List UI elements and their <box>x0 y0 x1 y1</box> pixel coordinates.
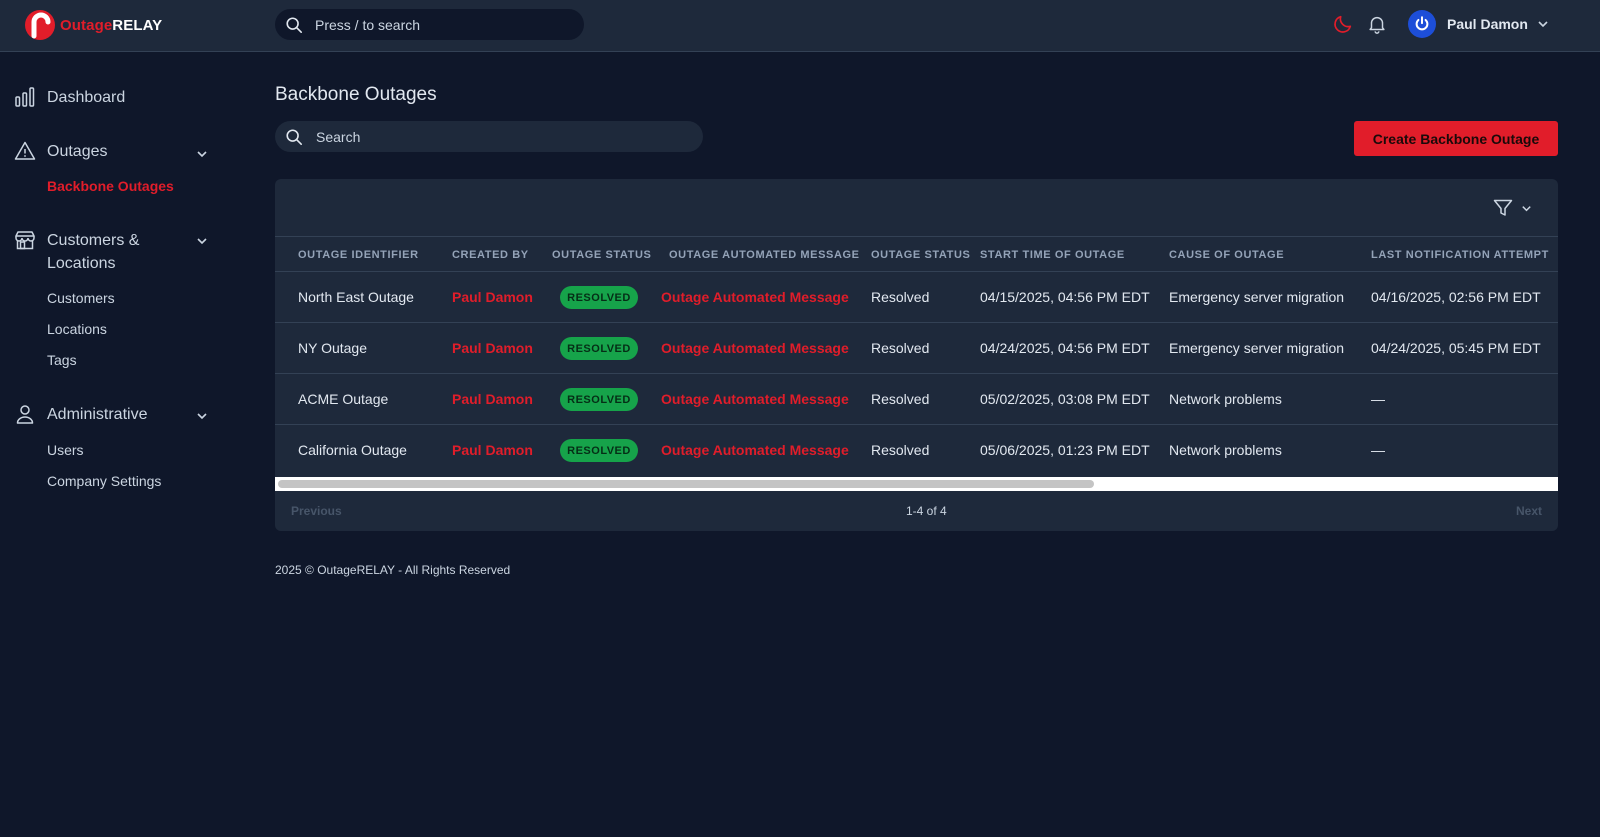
pagination: Previous 1-4 of 4 Next <box>275 499 1558 523</box>
user-name: Paul Damon <box>1447 16 1528 32</box>
power-icon <box>1415 16 1429 31</box>
sidebar-item-customers[interactable]: Customers <box>47 290 115 306</box>
sidebar-item-label: Dashboard <box>47 89 126 106</box>
outage-status: Resolved <box>871 391 930 407</box>
start-time: 04/24/2025, 04:56 PM EDT <box>980 340 1150 356</box>
sidebar-item-locations[interactable]: Locations <box>47 321 107 337</box>
status-badge: RESOLVED <box>560 388 638 411</box>
top-bar: OutageRELAY Press / to search Paul Damon <box>0 0 1600 52</box>
outage-identifier[interactable]: ACME Outage <box>298 391 388 407</box>
start-time: 04/15/2025, 04:56 PM EDT <box>980 289 1150 305</box>
table-row[interactable]: NY Outage Paul Damon RESOLVED Outage Aut… <box>275 323 1558 374</box>
table-header: OUTAGE IDENTIFIER CREATED BY OUTAGE STAT… <box>275 236 1558 272</box>
sidebar-item-backbone-outages[interactable]: Backbone Outages <box>47 178 174 194</box>
search-placeholder: Search <box>316 128 361 145</box>
user-icon <box>16 405 34 424</box>
chevron-down-icon[interactable] <box>195 409 209 423</box>
column-header[interactable]: LAST NOTIFICATION ATTEMPT <box>1371 249 1549 261</box>
search-icon <box>286 16 303 33</box>
column-header[interactable]: CAUSE OF OUTAGE <box>1169 249 1284 261</box>
global-search-input[interactable]: Press / to search <box>275 9 584 40</box>
column-header[interactable]: OUTAGE STATUS <box>871 249 970 261</box>
outage-status: Resolved <box>871 289 930 305</box>
horizontal-scrollbar[interactable] <box>275 477 1558 491</box>
status-badge: RESOLVED <box>560 439 638 462</box>
column-header[interactable]: OUTAGE IDENTIFIER <box>298 249 419 261</box>
sidebar-item-administrative[interactable]: Administrative <box>14 403 147 426</box>
sidebar-item-customers-locations[interactable]: Customers & Locations <box>14 229 139 275</box>
cause: Emergency server migration <box>1169 340 1345 356</box>
search-input[interactable]: Search <box>275 121 703 152</box>
start-time: 05/02/2025, 03:08 PM EDT <box>980 391 1150 407</box>
warning-icon <box>14 141 36 160</box>
chevron-down-icon[interactable] <box>195 234 209 248</box>
sidebar-item-outages[interactable]: Outages <box>14 140 107 163</box>
last-notification: — <box>1371 442 1385 458</box>
table-row[interactable]: North East Outage Paul Damon RESOLVED Ou… <box>275 272 1558 323</box>
automated-message-link[interactable]: Outage Automated Message <box>661 289 849 305</box>
status-badge: RESOLVED <box>560 337 638 360</box>
sidebar-item-company-settings[interactable]: Company Settings <box>47 473 161 489</box>
filter-icon <box>1493 199 1513 216</box>
moon-icon[interactable] <box>1332 13 1354 35</box>
sidebar-item-label: Customers & <box>47 232 140 249</box>
avatar <box>1408 10 1436 38</box>
table-row[interactable]: California Outage Paul Damon RESOLVED Ou… <box>275 425 1558 476</box>
chevron-down-icon <box>1538 21 1548 28</box>
sidebar-item-tags[interactable]: Tags <box>47 352 77 368</box>
outage-status: Resolved <box>871 340 930 356</box>
outages-table-card: OUTAGE IDENTIFIER CREATED BY OUTAGE STAT… <box>275 179 1558 531</box>
page-title: Backbone Outages <box>275 84 437 105</box>
sidebar-item-dashboard[interactable]: Dashboard <box>14 86 125 109</box>
bell-icon[interactable] <box>1366 13 1388 35</box>
chevron-down-icon <box>1522 205 1531 211</box>
automated-message-link[interactable]: Outage Automated Message <box>661 391 849 407</box>
logo[interactable]: OutageRELAY <box>24 8 162 42</box>
chevron-down-icon[interactable] <box>195 147 209 161</box>
created-by-link[interactable]: Paul Damon <box>452 391 533 407</box>
last-notification: — <box>1371 391 1385 407</box>
column-header[interactable]: START TIME OF OUTAGE <box>980 249 1125 261</box>
start-time: 05/06/2025, 01:23 PM EDT <box>980 442 1150 458</box>
cause: Network problems <box>1169 391 1282 407</box>
user-menu[interactable]: Paul Damon <box>1408 10 1550 38</box>
automated-message-link[interactable]: Outage Automated Message <box>661 340 849 356</box>
column-header[interactable]: CREATED BY <box>452 249 529 261</box>
outage-identifier[interactable]: North East Outage <box>298 289 414 305</box>
created-by-link[interactable]: Paul Damon <box>452 340 533 356</box>
bar-chart-icon <box>15 87 35 107</box>
global-search-placeholder: Press / to search <box>315 16 421 33</box>
sidebar-item-label: Administrative <box>47 406 148 423</box>
last-notification: 04/24/2025, 05:45 PM EDT <box>1371 340 1541 356</box>
footer-copyright: 2025 © OutageRELAY - All Rights Reserved <box>275 563 511 577</box>
created-by-link[interactable]: Paul Damon <box>452 289 533 305</box>
create-backbone-outage-button[interactable]: Create Backbone Outage <box>1354 121 1558 156</box>
outage-identifier[interactable]: NY Outage <box>298 340 367 356</box>
sidebar-item-label-group: Customers & Locations <box>47 229 139 275</box>
logo-icon <box>25 10 55 40</box>
last-notification: 04/16/2025, 02:56 PM EDT <box>1371 289 1541 305</box>
table-row[interactable]: ACME Outage Paul Damon RESOLVED Outage A… <box>275 374 1558 425</box>
search-icon <box>286 128 303 145</box>
created-by-link[interactable]: Paul Damon <box>452 442 533 458</box>
column-header[interactable]: OUTAGE STATUS <box>552 249 651 261</box>
scrollbar-thumb[interactable] <box>278 480 1094 488</box>
store-icon <box>15 231 35 250</box>
brand-name: OutageRELAY <box>60 16 163 34</box>
sidebar-item-users[interactable]: Users <box>47 442 84 458</box>
status-badge: RESOLVED <box>560 286 638 309</box>
previous-button[interactable]: Previous <box>291 504 342 518</box>
page-count: 1-4 of 4 <box>906 504 947 518</box>
filter-button[interactable] <box>1492 197 1533 219</box>
outage-status: Resolved <box>871 442 930 458</box>
cause: Emergency server migration <box>1169 289 1345 305</box>
cause: Network problems <box>1169 442 1282 458</box>
sidebar-item-label: Locations <box>47 255 116 272</box>
sidebar-item-label: Outages <box>47 143 108 160</box>
next-button[interactable]: Next <box>1516 504 1542 518</box>
column-header[interactable]: OUTAGE AUTOMATED MESSAGE <box>669 249 860 261</box>
outage-identifier[interactable]: California Outage <box>298 442 407 458</box>
automated-message-link[interactable]: Outage Automated Message <box>661 442 849 458</box>
